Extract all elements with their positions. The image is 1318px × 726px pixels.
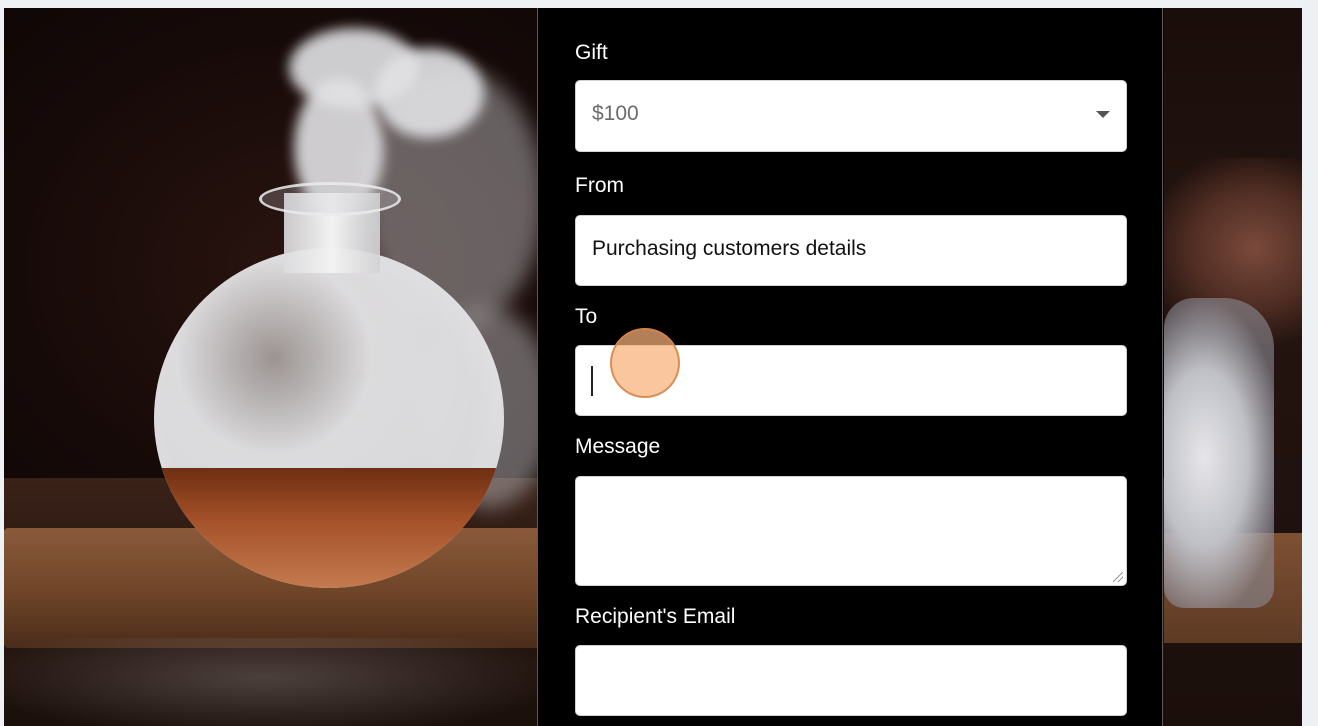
photo-flask-rim [259, 182, 401, 216]
photo-floor-mist [4, 638, 564, 726]
photo-smoke-puff [374, 48, 484, 138]
pointer-click-indicator [610, 328, 680, 398]
from-label: From [575, 174, 624, 197]
from-input[interactable]: Purchasing customers details [575, 215, 1127, 286]
photo-flask-liquid [154, 468, 504, 588]
message-textarea[interactable] [575, 476, 1127, 586]
from-input-value: Purchasing customers details [592, 237, 867, 260]
recipient-email-label: Recipient's Email [575, 605, 736, 628]
chevron-down-icon [1096, 111, 1110, 118]
page-gutter [1302, 0, 1318, 726]
text-cursor [591, 366, 593, 396]
gift-label: Gift [575, 41, 608, 64]
to-label: To [575, 305, 598, 328]
photo-glass-cloche [1164, 298, 1274, 608]
resize-grip-icon[interactable] [1113, 572, 1123, 582]
gift-select-value: $100 [592, 102, 639, 125]
message-label: Message [575, 435, 661, 458]
page: Gift $100 From Purchasing customers deta… [0, 0, 1318, 726]
recipient-email-input[interactable] [575, 645, 1127, 716]
gift-select[interactable]: $100 [575, 80, 1127, 152]
photo-flask [154, 248, 504, 588]
